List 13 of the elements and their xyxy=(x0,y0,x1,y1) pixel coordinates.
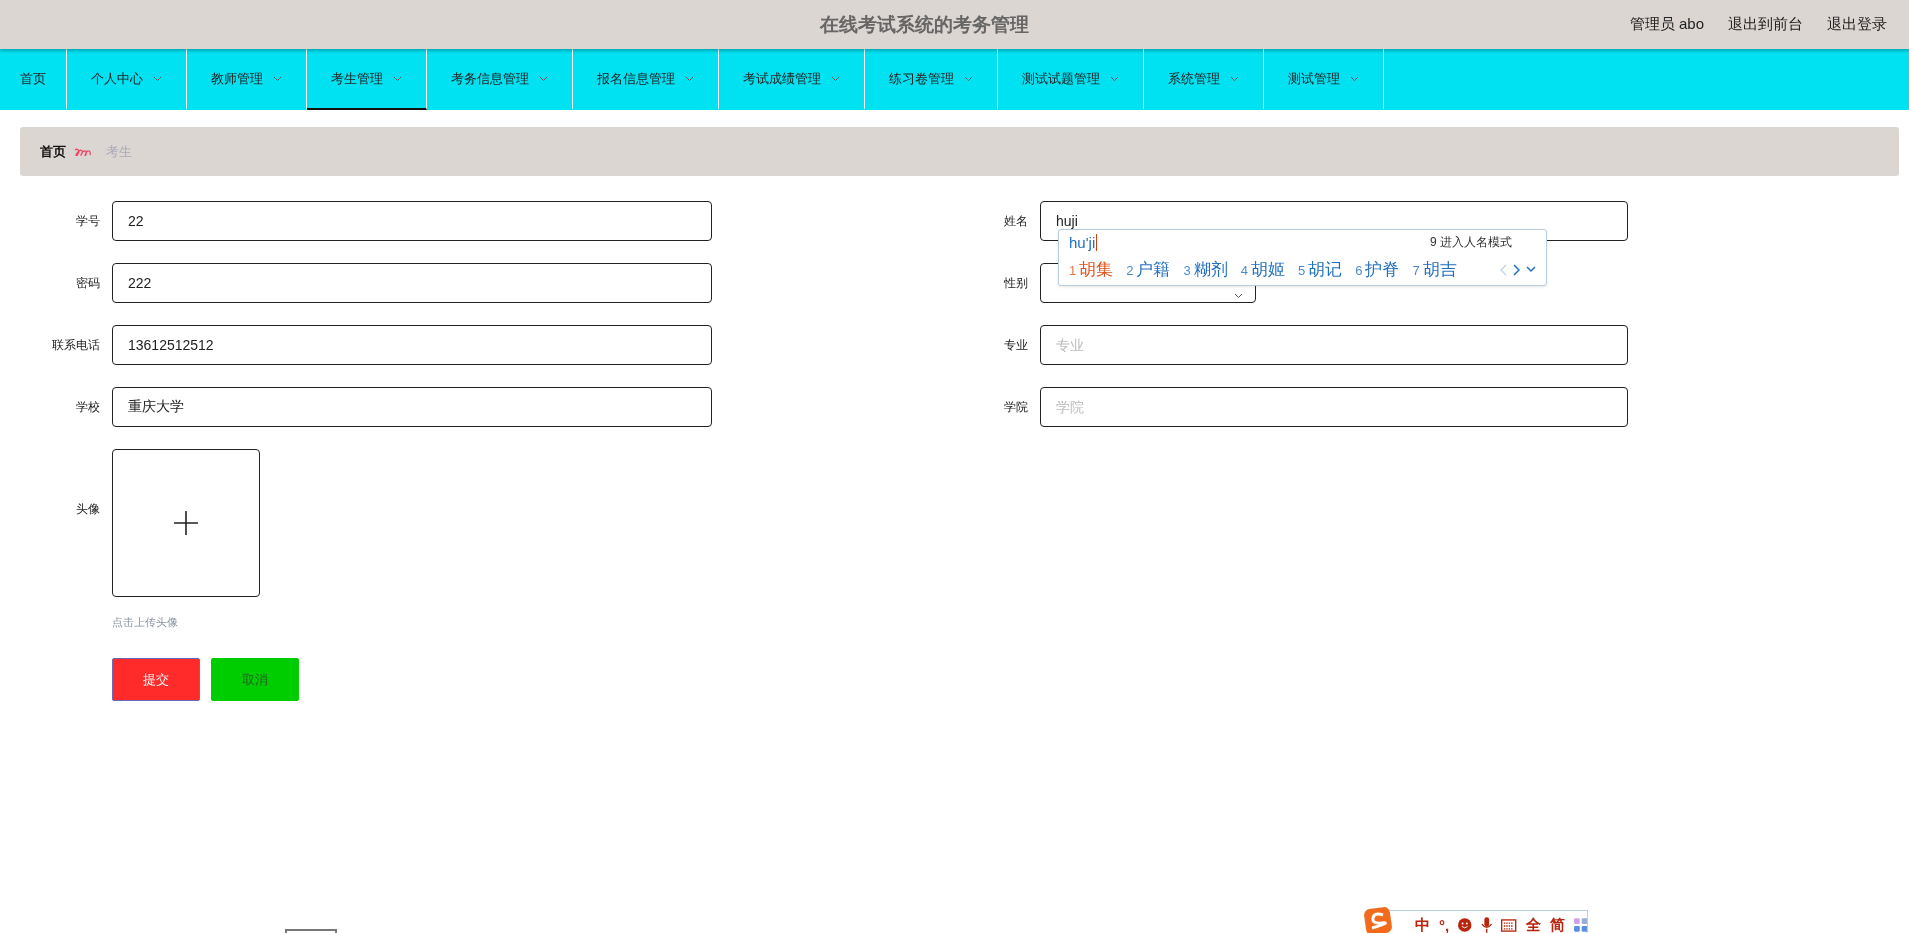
field-label: 学号 xyxy=(75,213,100,230)
field-label: 联系电话 xyxy=(51,337,100,354)
field-label: 头像 xyxy=(75,501,100,518)
field-label: 学校 xyxy=(75,399,100,416)
field-label: 专业 xyxy=(1003,337,1028,354)
field-label: 姓名 xyxy=(1003,213,1028,230)
field-label: 学院 xyxy=(1003,399,1028,416)
field-label: 性别 xyxy=(1003,275,1028,292)
user-label: 管理员 abo xyxy=(1629,15,1704,34)
ime-composition: hu'ji xyxy=(1069,234,1098,251)
field-label: 密码 xyxy=(75,275,100,292)
page-title: 在线考试系统的考务管理 xyxy=(820,12,1029,37)
upload-hint: 点击上传头像 xyxy=(112,615,179,630)
